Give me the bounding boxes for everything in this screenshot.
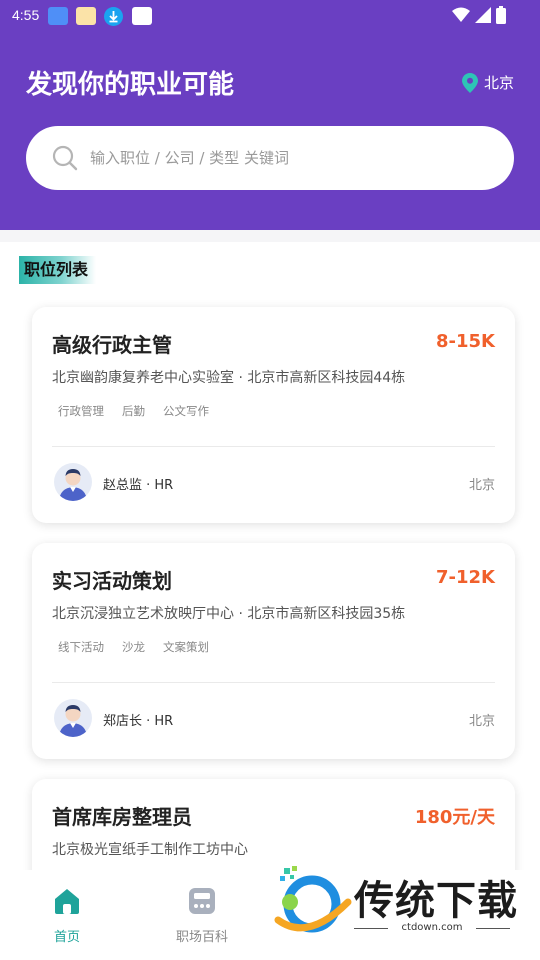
job-list[interactable]: 职位列表 高级行政主管 8-15K 北京幽韵康复养老中心实验室 · 北京市高新区… [0, 242, 540, 870]
app-icon-blue [48, 7, 68, 25]
hr-name: 郑店长 · HR [103, 714, 174, 729]
watermark-line-right [476, 928, 510, 929]
search-input[interactable] [90, 142, 490, 174]
encyclopedia-icon [189, 888, 215, 914]
app-icon-orange [76, 7, 96, 25]
job-tags: 行政管理 后勤 公文写作 [52, 401, 215, 421]
job-company: 北京沉浸独立艺术放映厅中心 · 北京市高新区科技园35栋 [52, 606, 406, 622]
tab-label: 首页 [53, 930, 80, 945]
divider [52, 446, 495, 447]
watermark-brand: 传统下载 [354, 878, 518, 924]
job-title: 实习活动策划 [52, 569, 172, 593]
system-icons [452, 6, 506, 24]
watermark-logo [274, 866, 352, 933]
battery-icon [496, 6, 506, 24]
avatar [54, 699, 92, 737]
job-tags: 线下活动 沙龙 文案策划 [52, 637, 215, 657]
job-title: 首席库房整理员 [52, 805, 192, 829]
job-tag: 文案策划 [163, 640, 209, 654]
tab-home[interactable]: 首页 [17, 886, 117, 945]
download-icon [104, 7, 123, 26]
search-bar[interactable] [26, 126, 514, 190]
status-bar: 4:55 [0, 0, 540, 32]
app-icon-white [132, 7, 152, 25]
job-tag: 行政管理 [58, 404, 104, 418]
header: 发现你的职业可能 北京 [0, 32, 540, 230]
job-title: 高级行政主管 [52, 333, 172, 357]
job-salary: 180元/天 [414, 807, 495, 828]
status-time: 4:55 [12, 7, 40, 23]
job-card[interactable]: 首席库房整理员 180元/天 北京极光宣纸手工制作工坊中心 [32, 779, 515, 870]
job-card[interactable]: 实习活动策划 7-12K 北京沉浸独立艺术放映厅中心 · 北京市高新区科技园35… [32, 543, 515, 759]
location-pin-icon [461, 72, 478, 93]
tab-label: 职场百科 [175, 930, 228, 945]
job-tag: 线下活动 [58, 640, 104, 654]
job-salary: 7-12K [436, 567, 495, 588]
watermark: 传统下载 ctdown.com [266, 864, 520, 940]
cell-signal-icon [475, 7, 491, 23]
job-tag: 公文写作 [163, 404, 209, 418]
job-company: 北京极光宣纸手工制作工坊中心 [52, 842, 248, 858]
location-label: 北京 [483, 74, 514, 92]
home-icon [55, 889, 79, 914]
section-title: 职位列表 [19, 256, 97, 284]
job-city: 北京 [468, 478, 495, 493]
job-city: 北京 [468, 714, 495, 729]
tab-encyclopedia[interactable]: 职场百科 [152, 886, 252, 945]
job-card[interactable]: 高级行政主管 8-15K 北京幽韵康复养老中心实验室 · 北京市高新区科技园44… [32, 307, 515, 523]
wifi-icon [452, 7, 470, 22]
job-tag: 沙龙 [122, 640, 145, 654]
search-icon [52, 145, 78, 171]
page-title: 发现你的职业可能 [26, 70, 235, 100]
avatar [54, 463, 92, 501]
hr-name: 赵总监 · HR [103, 478, 174, 493]
location-selector[interactable]: 北京 [461, 72, 514, 93]
job-salary: 8-15K [436, 331, 495, 352]
job-tag: 后勤 [122, 404, 145, 418]
job-company: 北京幽韵康复养老中心实验室 · 北京市高新区科技园44栋 [52, 370, 406, 386]
divider [52, 682, 495, 683]
